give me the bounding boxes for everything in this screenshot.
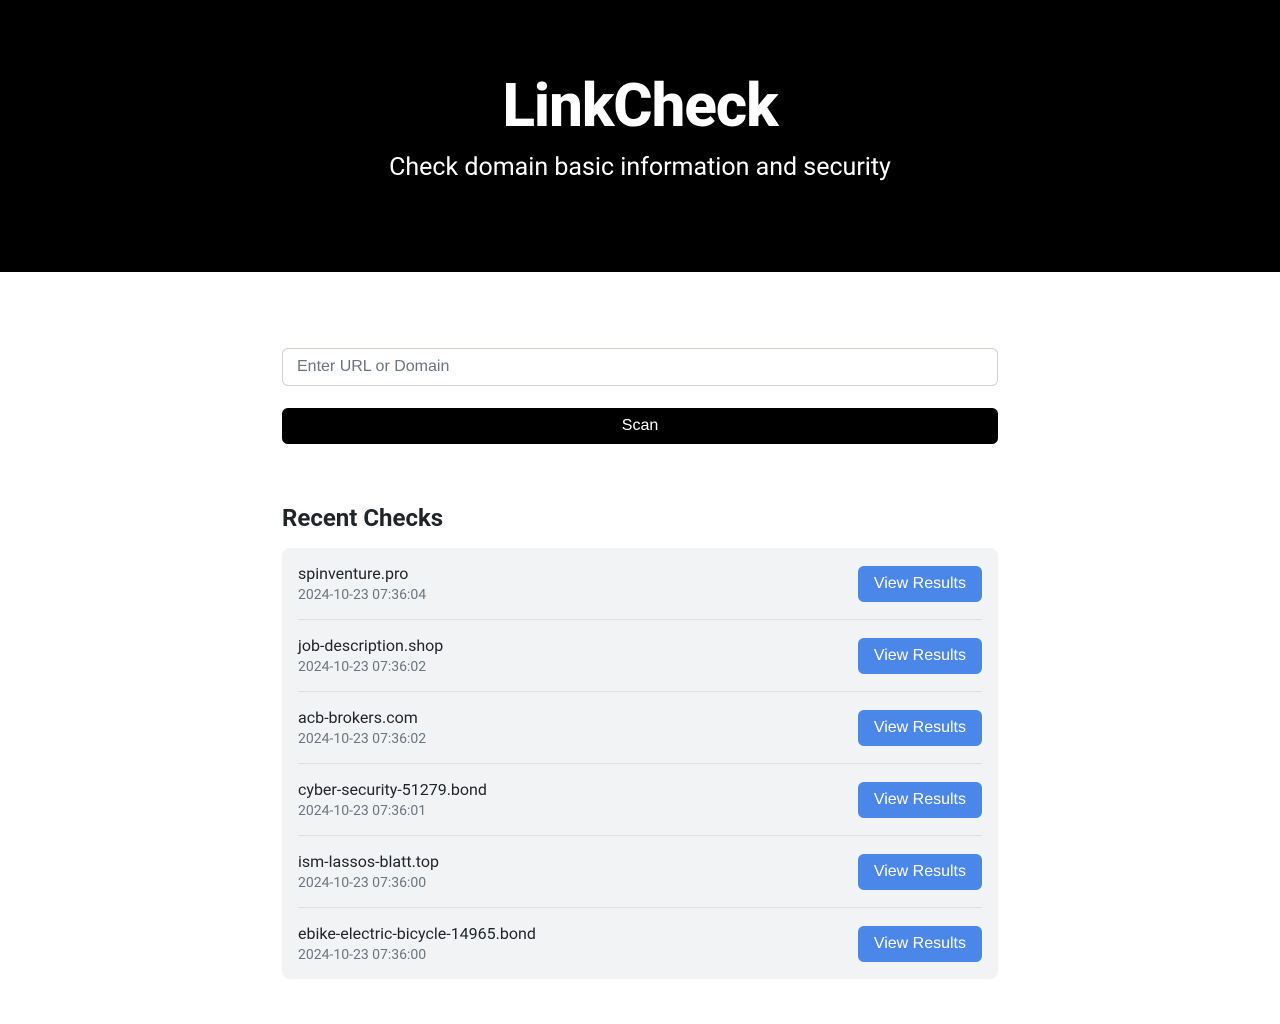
hero-banner: LinkCheck Check domain basic information… (0, 0, 1280, 272)
search-section: Scan (282, 348, 998, 444)
recent-checks-heading: Recent Checks (282, 504, 998, 532)
recent-check-row: ism-lassos-blatt.top 2024-10-23 07:36:00… (298, 836, 982, 908)
recent-check-timestamp: 2024-10-23 07:36:00 (298, 947, 536, 963)
page-title: LinkCheck (20, 70, 1260, 141)
recent-check-info: ism-lassos-blatt.top 2024-10-23 07:36:00 (298, 852, 439, 891)
url-input[interactable] (282, 348, 998, 386)
recent-check-domain: cyber-security-51279.bond (298, 780, 487, 799)
recent-check-row: ebike-electric-bicycle-14965.bond 2024-1… (298, 908, 982, 979)
view-results-button[interactable]: View Results (858, 638, 982, 674)
recent-check-domain: job-description.shop (298, 636, 443, 655)
view-results-button[interactable]: View Results (858, 854, 982, 890)
recent-check-info: spinventure.pro 2024-10-23 07:36:04 (298, 564, 426, 603)
recent-check-timestamp: 2024-10-23 07:36:02 (298, 731, 426, 747)
recent-check-timestamp: 2024-10-23 07:36:01 (298, 803, 487, 819)
recent-check-timestamp: 2024-10-23 07:36:04 (298, 587, 426, 603)
recent-check-timestamp: 2024-10-23 07:36:02 (298, 659, 443, 675)
page-subtitle: Check domain basic information and secur… (20, 153, 1260, 182)
recent-check-timestamp: 2024-10-23 07:36:00 (298, 875, 439, 891)
recent-check-domain: spinventure.pro (298, 564, 426, 583)
recent-check-row: spinventure.pro 2024-10-23 07:36:04 View… (298, 548, 982, 620)
recent-check-domain: ebike-electric-bicycle-14965.bond (298, 924, 536, 943)
view-results-button[interactable]: View Results (858, 926, 982, 962)
view-results-button[interactable]: View Results (858, 782, 982, 818)
recent-check-row: cyber-security-51279.bond 2024-10-23 07:… (298, 764, 982, 836)
recent-check-row: acb-brokers.com 2024-10-23 07:36:02 View… (298, 692, 982, 764)
recent-check-info: cyber-security-51279.bond 2024-10-23 07:… (298, 780, 487, 819)
recent-check-domain: ism-lassos-blatt.top (298, 852, 439, 871)
scan-button[interactable]: Scan (282, 408, 998, 444)
recent-check-info: ebike-electric-bicycle-14965.bond 2024-1… (298, 924, 536, 963)
recent-check-domain: acb-brokers.com (298, 708, 426, 727)
recent-check-info: acb-brokers.com 2024-10-23 07:36:02 (298, 708, 426, 747)
recent-check-row: job-description.shop 2024-10-23 07:36:02… (298, 620, 982, 692)
view-results-button[interactable]: View Results (858, 710, 982, 746)
view-results-button[interactable]: View Results (858, 566, 982, 602)
recent-checks-card: spinventure.pro 2024-10-23 07:36:04 View… (282, 548, 998, 979)
recent-check-info: job-description.shop 2024-10-23 07:36:02 (298, 636, 443, 675)
